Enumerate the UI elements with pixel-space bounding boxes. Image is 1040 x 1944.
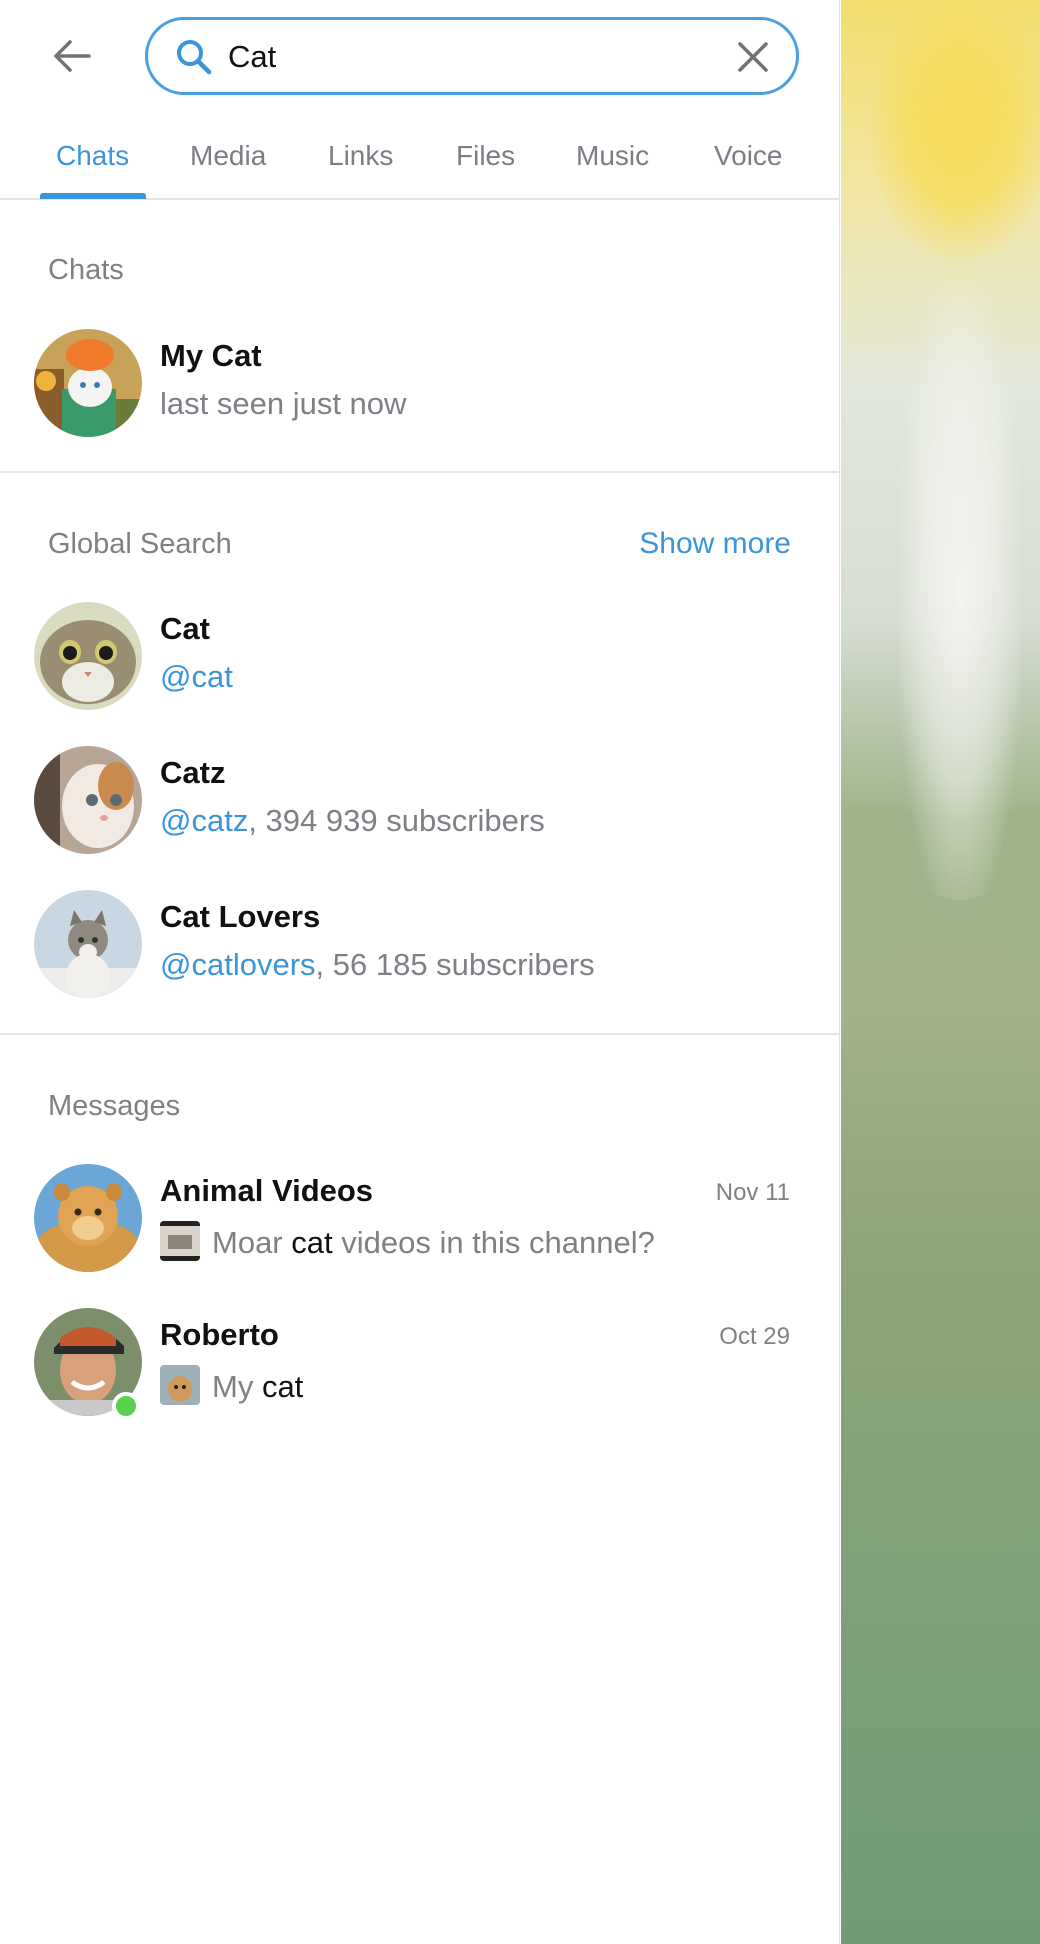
wallpaper-petal-highlight: [900, 280, 1020, 900]
message-row-animal-videos[interactable]: Animal Videos Nov 11 Moar cat videos in …: [0, 1151, 840, 1281]
message-date: Oct 29: [719, 1323, 790, 1350]
global-row-cat-lovers[interactable]: Cat Lovers @catlovers, 56 185 subscriber…: [0, 877, 840, 1007]
tab-files[interactable]: Files: [456, 140, 515, 172]
active-tab-indicator: [40, 193, 146, 199]
section-divider: [0, 1033, 840, 1035]
chat-row-my-cat[interactable]: My Cat last seen just now: [0, 316, 840, 446]
channel-username[interactable]: @catz: [160, 803, 248, 838]
chat-name: Roberto: [160, 1317, 279, 1352]
avatar: [34, 329, 142, 437]
avatar: [34, 602, 142, 710]
channel-name: Catz: [160, 755, 226, 790]
tab-voice[interactable]: Voice: [714, 140, 783, 172]
channel-name: Cat: [160, 611, 210, 646]
tab-links[interactable]: Links: [328, 140, 393, 172]
chat-name: My Cat: [160, 338, 262, 373]
channel-subscribers: , 394 939 subscribers: [248, 803, 545, 838]
messages-section-title: Messages: [48, 1090, 181, 1122]
channel-meta: @catlovers, 56 185 subscribers: [160, 947, 595, 983]
avatar: [34, 746, 142, 854]
channel-username[interactable]: @catlovers: [160, 947, 316, 982]
photo-thumbnail: [160, 1365, 200, 1405]
tab-bar: Chats Media Links Files Music Voice: [0, 100, 840, 200]
global-row-catz[interactable]: Catz @catz, 394 939 subscribers: [0, 733, 840, 863]
wallpaper-flower-highlight: [870, 0, 1040, 260]
message-date: Nov 11: [715, 1179, 790, 1206]
global-row-cat[interactable]: Cat @cat: [0, 589, 840, 719]
section-divider: [0, 471, 840, 473]
channel-name: Cat Lovers: [160, 899, 321, 934]
tab-media[interactable]: Media: [190, 140, 266, 172]
chats-section-title: Chats: [48, 254, 124, 286]
message-preview: Moar cat videos in this channel?: [160, 1221, 655, 1261]
search-panel: Cat Chats Media Links Files Music Voice …: [0, 0, 840, 1944]
tab-music[interactable]: Music: [576, 140, 649, 172]
back-button[interactable]: [48, 36, 96, 76]
message-row-roberto[interactable]: Roberto Oct 29 My cat: [0, 1295, 840, 1425]
search-icon: [177, 40, 212, 75]
online-status-indicator: [112, 1392, 140, 1420]
avatar: [34, 1164, 142, 1272]
show-more-link[interactable]: Show more: [639, 527, 791, 561]
channel-subscribers: , 56 185 subscribers: [315, 947, 595, 982]
channel-meta: @catz, 394 939 subscribers: [160, 803, 545, 839]
avatar: [34, 890, 142, 998]
search-field[interactable]: Cat: [145, 17, 799, 95]
global-search-section-title: Global Search: [48, 528, 232, 560]
video-thumbnail: [160, 1221, 200, 1261]
close-icon[interactable]: [736, 40, 770, 74]
tab-chats[interactable]: Chats: [56, 140, 129, 172]
channel-username[interactable]: @cat: [160, 659, 233, 694]
arrow-left-icon: [54, 40, 91, 72]
message-preview: My cat: [160, 1365, 303, 1405]
channel-meta: @cat: [160, 659, 233, 695]
search-input[interactable]: Cat: [228, 39, 276, 75]
chat-name: Animal Videos: [160, 1173, 374, 1208]
chat-status: last seen just now: [160, 386, 407, 421]
